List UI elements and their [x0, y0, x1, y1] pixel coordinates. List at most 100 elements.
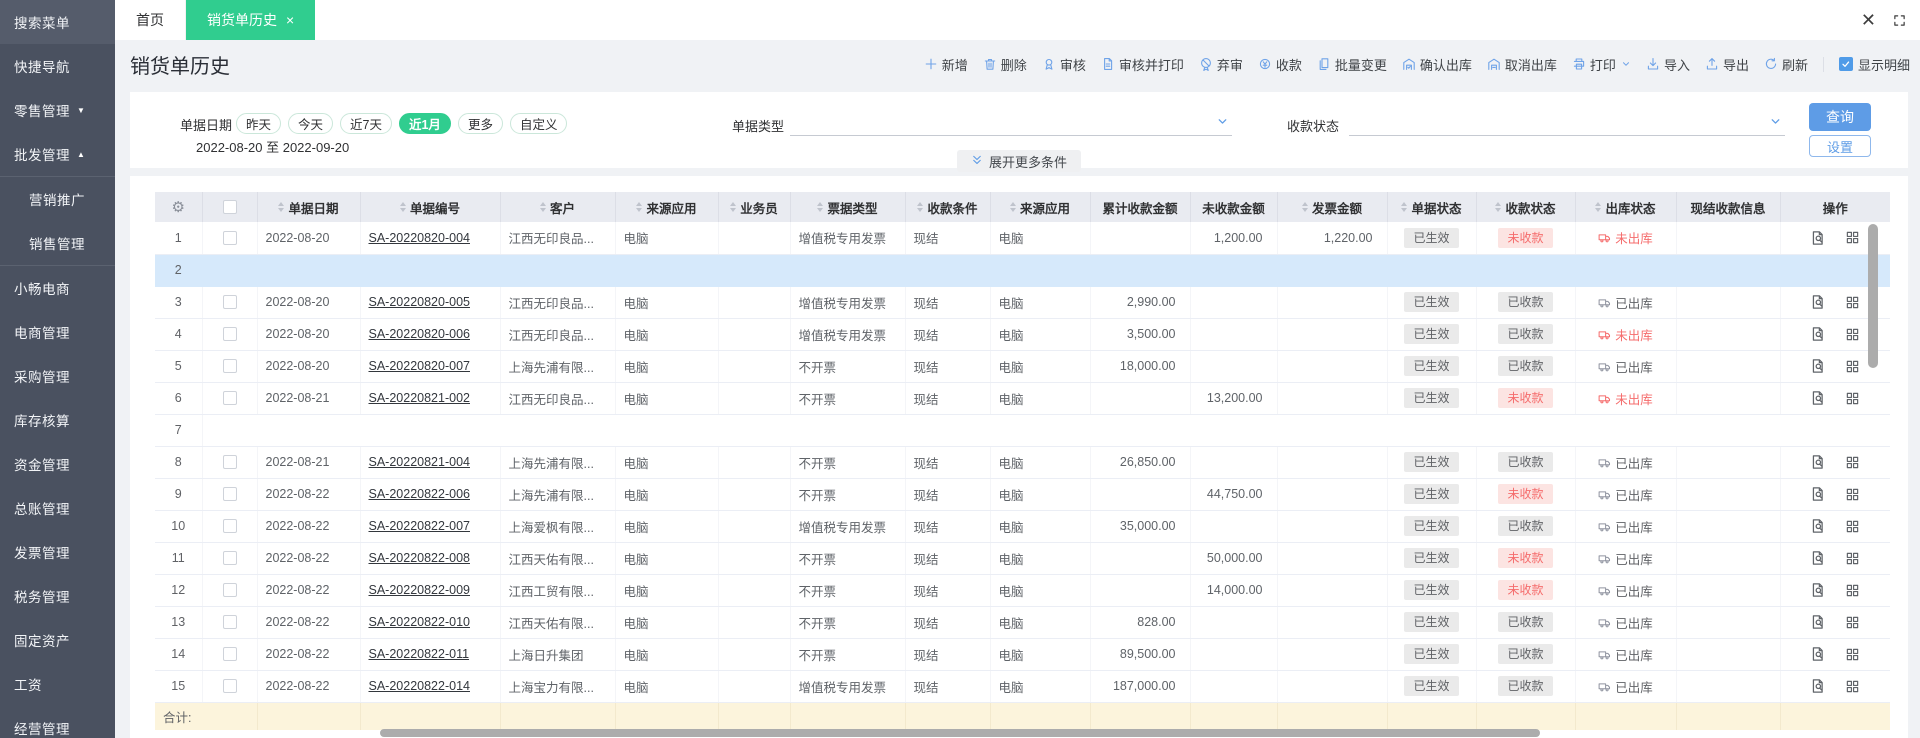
sidebar-item-16[interactable]: 工资	[0, 662, 115, 706]
sidebar-item-15[interactable]: 固定资产	[0, 618, 115, 662]
doc-search-icon[interactable]	[1810, 454, 1826, 470]
date-pill-昨天[interactable]: 昨天	[236, 113, 282, 134]
toolbar-button-导出[interactable]: 导出	[1705, 55, 1749, 74]
order-link[interactable]: SA-20220822-009	[369, 583, 470, 597]
row-checkbox[interactable]	[222, 231, 237, 246]
doc-search-icon[interactable]	[1810, 550, 1826, 566]
tab-close-icon[interactable]: ×	[286, 13, 294, 27]
pay-status-select[interactable]	[1349, 106, 1785, 136]
sidebar-item-11[interactable]: 资金管理	[0, 442, 115, 486]
vertical-scrollbar[interactable]	[1868, 224, 1878, 368]
expand-more-button[interactable]: 展开更多条件	[956, 150, 1082, 172]
table-row[interactable]: 9 2022-08-22 SA-20220822-006 上海先浦有限... 电脑 不开票…	[155, 478, 1890, 511]
sidebar-item-12[interactable]: 总账管理	[0, 486, 115, 530]
doc-type-select[interactable]	[790, 106, 1232, 136]
grid-dots-icon[interactable]	[1845, 615, 1860, 630]
sidebar-item-8[interactable]: 电商管理	[0, 310, 115, 354]
column-header-单据日期[interactable]: 单据日期	[257, 192, 361, 222]
date-pill-近1月[interactable]: 近1月	[398, 113, 451, 134]
date-pill-今天[interactable]: 今天	[288, 113, 334, 134]
sidebar-item-6[interactable]: 销售管理	[0, 221, 115, 265]
toolbar-button-确认出库[interactable]: 确认出库	[1402, 55, 1472, 74]
toolbar-button-删除[interactable]: 删除	[983, 55, 1027, 74]
row-checkbox[interactable]	[222, 391, 237, 406]
order-link[interactable]: SA-20220821-004	[369, 455, 470, 469]
table-row[interactable]: 12 2022-08-22 SA-20220822-009 江西工贸有限... 电脑 不开…	[155, 574, 1890, 607]
column-header-发票金额[interactable]: 发票金额	[1277, 192, 1388, 222]
grid-dots-icon[interactable]	[1845, 551, 1860, 566]
row-checkbox[interactable]	[222, 583, 237, 598]
order-link[interactable]: SA-20220822-008	[369, 551, 470, 565]
date-pill-近7天[interactable]: 近7天	[340, 113, 392, 134]
toolbar-button-新增[interactable]: 新增	[924, 55, 968, 74]
grid-dots-icon[interactable]	[1845, 230, 1860, 245]
toolbar-button-取消出库[interactable]: 取消出库	[1487, 55, 1557, 74]
toolbar-button-审核并打印[interactable]: 审核并打印	[1101, 55, 1184, 74]
sidebar-item-17[interactable]: 经营管理	[0, 706, 115, 738]
table-row[interactable]: 1 2022-08-20 SA-20220820-004 江西无印良品... 电脑 增值税…	[155, 222, 1890, 255]
grid-dots-icon[interactable]	[1845, 391, 1860, 406]
order-link[interactable]: SA-20220822-014	[369, 679, 470, 693]
table-row[interactable]: 7	[155, 414, 1890, 447]
gear-icon[interactable]: ⚙	[172, 199, 185, 216]
order-link[interactable]: SA-20220820-007	[369, 359, 470, 373]
doc-search-icon[interactable]	[1810, 390, 1826, 406]
sidebar-item-1[interactable]: 搜索菜单	[0, 0, 115, 44]
toolbar-button-批量变更[interactable]: 批量变更	[1317, 55, 1387, 74]
column-header-收款条件[interactable]: 收款条件	[905, 192, 991, 222]
query-button[interactable]: 查询	[1809, 103, 1871, 131]
grid-dots-icon[interactable]	[1845, 295, 1860, 310]
column-header-单据编号[interactable]: 单据编号	[360, 192, 501, 222]
tab-1[interactable]: 首页	[115, 0, 186, 40]
grid-dots-icon[interactable]	[1845, 359, 1860, 374]
doc-search-icon[interactable]	[1810, 326, 1826, 342]
sidebar-item-14[interactable]: 税务管理	[0, 574, 115, 618]
grid-dots-icon[interactable]	[1845, 679, 1860, 694]
column-header-出库状态[interactable]: 出库状态	[1575, 192, 1677, 222]
row-checkbox[interactable]	[222, 679, 237, 694]
row-checkbox[interactable]	[222, 487, 237, 502]
order-link[interactable]: SA-20220820-004	[369, 231, 470, 245]
table-row[interactable]: 14 2022-08-22 SA-20220822-011 上海日升集团 电脑 不开票 现结…	[155, 638, 1890, 671]
row-checkbox[interactable]	[222, 647, 237, 662]
close-icon[interactable]: ✕	[1861, 11, 1876, 29]
order-link[interactable]: SA-20220820-006	[369, 327, 470, 341]
order-link[interactable]: SA-20220821-002	[369, 391, 470, 405]
sidebar-item-5[interactable]: 营销推广	[0, 177, 115, 221]
sidebar-item-3[interactable]: 零售管理 ▼	[0, 88, 115, 132]
column-header-来源应用[interactable]: 来源应用	[990, 192, 1091, 222]
table-row[interactable]: 3 2022-08-20 SA-20220820-005 江西无印良品... 电脑 增值税…	[155, 286, 1890, 319]
sidebar-item-13[interactable]: 发票管理	[0, 530, 115, 574]
column-header-收款状态[interactable]: 收款状态	[1476, 192, 1576, 222]
table-row[interactable]: 4 2022-08-20 SA-20220820-006 江西无印良品... 电脑 增值税…	[155, 318, 1890, 351]
order-link[interactable]: SA-20220822-011	[369, 647, 470, 661]
doc-search-icon[interactable]	[1810, 294, 1826, 310]
select-all-checkbox[interactable]	[222, 200, 237, 215]
toolbar-button-收款[interactable]: 收款	[1258, 55, 1302, 74]
column-header-客户[interactable]: 客户	[500, 192, 616, 222]
doc-search-icon[interactable]	[1810, 230, 1826, 246]
column-header-票据类型[interactable]: 票据类型	[790, 192, 906, 222]
toolbar-button-刷新[interactable]: 刷新	[1764, 55, 1808, 74]
date-pill-更多[interactable]: 更多	[457, 113, 503, 134]
toolbar-button-导入[interactable]: 导入	[1646, 55, 1690, 74]
table-row[interactable]: 2	[155, 254, 1890, 287]
order-link[interactable]: SA-20220822-006	[369, 487, 470, 501]
table-row[interactable]: 5 2022-08-20 SA-20220820-007 上海先浦有限... 电脑 不开票…	[155, 350, 1890, 383]
toolbar-button-审核[interactable]: 审核	[1042, 55, 1086, 74]
doc-search-icon[interactable]	[1810, 646, 1826, 662]
sidebar-item-4[interactable]: 批发管理 ▲	[0, 132, 115, 176]
sidebar-item-2[interactable]: 快捷导航	[0, 44, 115, 88]
row-checkbox[interactable]	[222, 519, 237, 534]
row-checkbox[interactable]	[222, 327, 237, 342]
column-header-来源应用[interactable]: 来源应用	[615, 192, 719, 222]
doc-search-icon[interactable]	[1810, 518, 1826, 534]
doc-search-icon[interactable]	[1810, 486, 1826, 502]
sidebar-item-10[interactable]: 库存核算	[0, 398, 115, 442]
sidebar-item-9[interactable]: 采购管理	[0, 354, 115, 398]
row-checkbox[interactable]	[222, 615, 237, 630]
doc-search-icon[interactable]	[1810, 614, 1826, 630]
doc-search-icon[interactable]	[1810, 582, 1826, 598]
sidebar-item-7[interactable]: 小畅电商	[0, 266, 115, 310]
settings-button[interactable]: 设置	[1809, 135, 1871, 157]
